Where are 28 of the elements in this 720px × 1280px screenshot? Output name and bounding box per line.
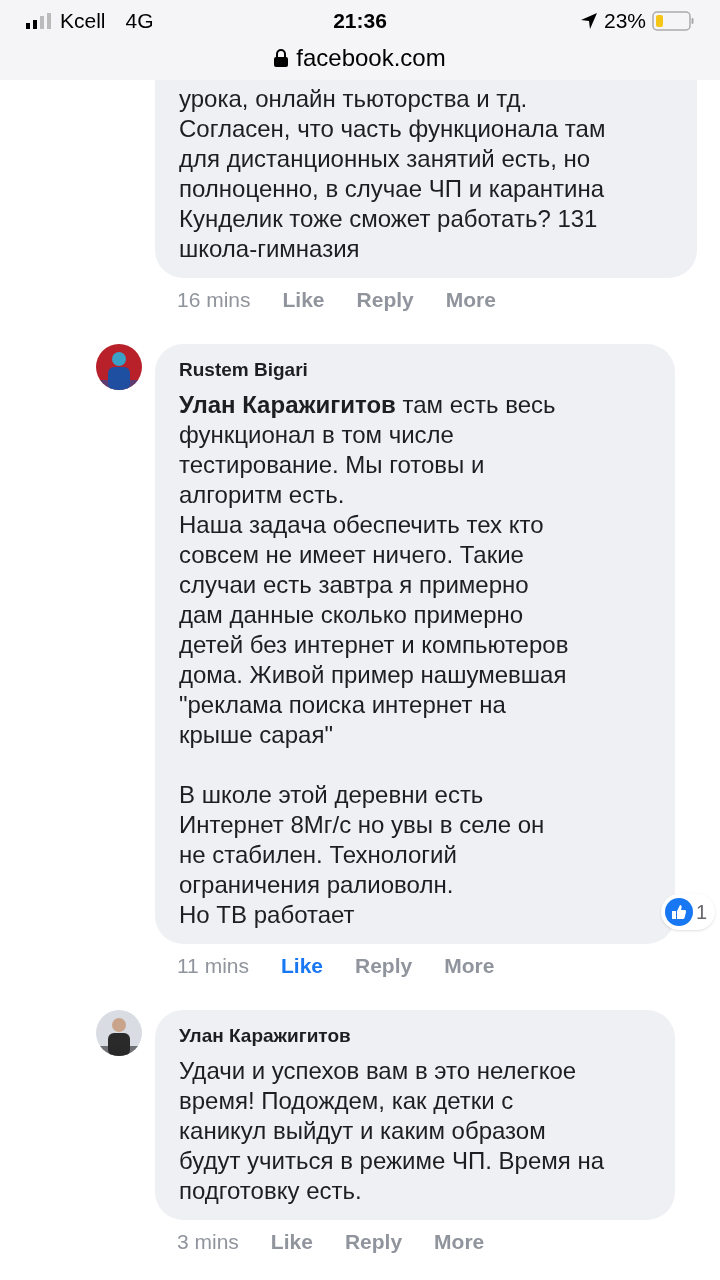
more-link[interactable]: More [445,284,496,316]
reply-link[interactable]: Reply [344,1226,403,1258]
reply-link[interactable]: Reply [355,950,413,982]
comment-text: Улан Каражигитов там есть весь функционал в том числе тестирование. Мы готовы и алгоритм есть. Наша задача обеспечить тех кто совсем не имеет ничего. Такие случаи есть завтра я примерно дам данные сколько примерно детей без интернет и компьютеров дома. Живой пример нашумевшая "реклама поиска интернет на крыше сарая" В школе этой деревни есть Интернет 8Мг/с но увы в селе он не стабилен. Технологий ограничения ралиоволн. Но ТВ работает [179,390,570,930]
battery-icon [652,11,694,31]
like-link[interactable]: Like [282,284,325,316]
more-link[interactable]: More [444,950,495,982]
more-link[interactable]: More [434,1226,485,1258]
carrier-name: Kcell [60,8,106,35]
comment-time: 11 mins [177,953,249,979]
comment-author[interactable]: Улан Каражигитов [179,1021,651,1050]
page-url[interactable]: facebook.com [296,40,446,76]
thumbs-up-icon [664,898,693,926]
signal-icon [26,13,52,29]
network-type: 4G [125,8,154,35]
clock: 21:36 [333,8,387,35]
comment-time: 16 mins [177,287,251,313]
comment-text: Удачи и успехов вам в это нелегкое время! Подождем, как детки с каникул выйдут и каким образом будут учиться в режиме ЧП. Время на подготовку есть. [179,1056,606,1206]
like-link[interactable]: Like [270,1226,313,1258]
battery-percent: 23% [603,8,646,35]
like-link[interactable]: Like [281,950,323,982]
comment-author[interactable]: Rustem Bigari [179,355,651,384]
comment-time: 3 mins [177,1229,239,1255]
reply-link[interactable]: Reply [356,284,414,316]
comment-text: урока, онлайн тьюторства и тд. Согласен, что часть функционала там для дистанционных занятий есть, но полноценно, в случае ЧП и карантина Кунделик тоже сможет работать? 131 школа-гимназия [179,84,607,264]
location-arrow-icon [579,12,598,30]
lock-icon [274,49,289,67]
reaction-count[interactable]: 1 [660,894,715,930]
